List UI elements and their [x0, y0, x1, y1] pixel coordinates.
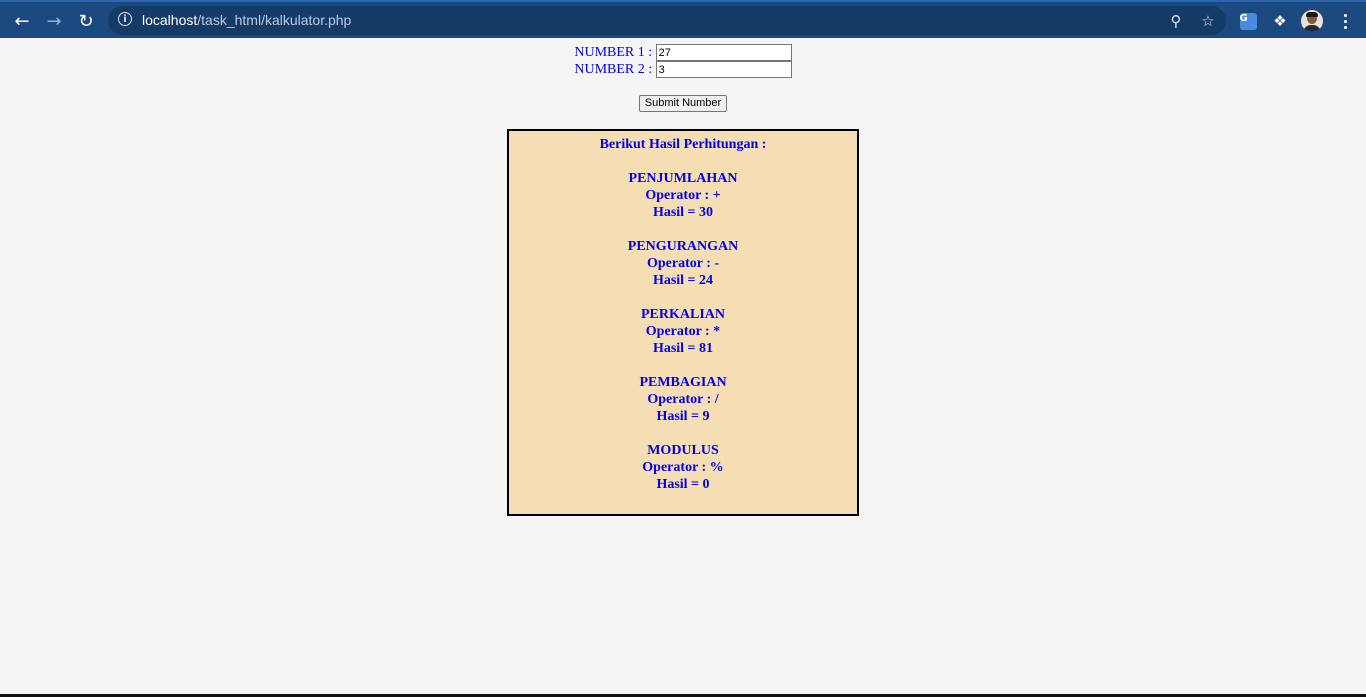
- operation-operator: Operator : +: [645, 188, 721, 203]
- number2-input[interactable]: [655, 61, 792, 79]
- operation-block-pengurangan: PENGURANGAN Operator : - Hasil = 24: [509, 238, 857, 289]
- operation-block-penjumlahan: PENJUMLAHAN Operator : + Hasil = 30: [509, 170, 857, 221]
- operation-operator: Operator : *: [645, 324, 721, 339]
- result-panel: Berikut Hasil Perhitungan : PENJUMLAHAN …: [507, 129, 859, 516]
- reload-icon[interactable]: ↻: [73, 8, 99, 34]
- operation-name: PENJUMLAHAN: [628, 171, 738, 186]
- url-path: /task_html/kalkulator.php: [197, 12, 352, 28]
- extensions-puzzle-icon[interactable]: ❖: [1270, 11, 1290, 31]
- submit-number-button[interactable]: Submit Number: [638, 94, 728, 112]
- number2-label: NUMBER 2 :: [574, 62, 653, 77]
- menu-dots-icon[interactable]: [1340, 11, 1350, 31]
- operation-block-modulus: MODULUS Operator : % Hasil = 0: [509, 442, 857, 493]
- operation-operator: Operator : /: [647, 392, 719, 407]
- operation-name: MODULUS: [647, 443, 719, 458]
- operation-block-perkalian: PERKALIAN Operator : * Hasil = 81: [509, 306, 857, 357]
- operation-result: Hasil = 0: [656, 477, 710, 492]
- number1-label: NUMBER 1 :: [574, 45, 653, 60]
- number2-row: NUMBER 2 :: [0, 61, 1366, 79]
- site-info-icon[interactable]: i: [118, 12, 132, 26]
- operation-result: Hasil = 81: [652, 341, 714, 356]
- profile-avatar[interactable]: [1301, 10, 1323, 32]
- operation-name: PERKALIAN: [640, 307, 725, 322]
- url-host: localhost: [142, 12, 198, 28]
- operation-result: Hasil = 9: [656, 409, 710, 424]
- operation-result: Hasil = 30: [652, 205, 714, 220]
- address-url[interactable]: localhost/task_html/kalkulator.php: [142, 12, 351, 28]
- operation-result: Hasil = 24: [652, 273, 714, 288]
- operation-name: PENGURANGAN: [627, 239, 739, 254]
- forward-icon[interactable]: →: [41, 8, 67, 34]
- browser-toolbar: ← → ↻ i localhost/task_html/kalkulator.p…: [0, 0, 1366, 38]
- back-icon[interactable]: ←: [9, 8, 35, 34]
- translate-icon[interactable]: G: [1238, 11, 1258, 31]
- operation-operator: Operator : %: [642, 460, 724, 475]
- number1-input[interactable]: [655, 44, 792, 62]
- number1-row: NUMBER 1 :: [0, 44, 1366, 62]
- zoom-icon[interactable]: ⚲: [1166, 11, 1186, 31]
- operation-block-pembagian: PEMBAGIAN Operator : / Hasil = 9: [509, 374, 857, 425]
- operation-operator: Operator : -: [646, 256, 720, 271]
- bookmark-star-icon[interactable]: ☆: [1198, 11, 1218, 31]
- operation-name: PEMBAGIAN: [639, 375, 727, 390]
- result-heading: Berikut Hasil Perhitungan :: [599, 137, 767, 152]
- address-bar[interactable]: i localhost/task_html/kalkulator.php ⚲ ☆: [108, 6, 1226, 35]
